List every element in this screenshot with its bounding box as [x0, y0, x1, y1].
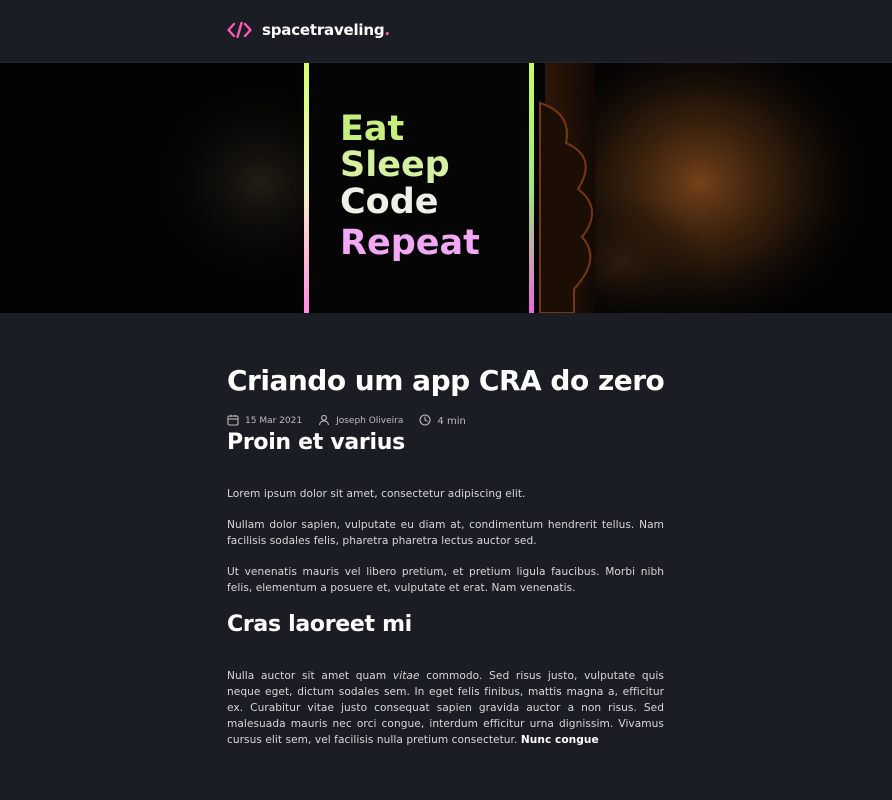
post-reading-time: 4 min	[419, 413, 466, 429]
code-brackets-icon	[227, 21, 252, 39]
paragraph-strong: Nunc congue	[520, 734, 599, 746]
user-icon	[318, 414, 336, 429]
post-date-text: 15 Mar 2021	[245, 416, 303, 426]
site-header: spacetraveling.	[0, 0, 892, 63]
calendar-icon	[227, 414, 245, 429]
banner-line-eat: Eat	[340, 109, 404, 149]
post-article: Criando um app CRA do zero 15 Mar 2021 J…	[227, 364, 665, 763]
section-paragraph: Lorem ipsum dolor sit amet, consectetur …	[227, 488, 526, 500]
post-section-1: Proin et varius Lorem ipsum dolor sit am…	[227, 429, 664, 596]
section-paragraph: Ut venenatis mauris vel libero pretium, …	[227, 566, 664, 594]
paragraph-text: Nulla auctor sit amet quam	[227, 670, 393, 682]
logo-dot: .	[384, 21, 391, 39]
section-paragraph: Nulla auctor sit amet quam vitae commodo…	[227, 668, 664, 748]
section-heading: Proin et varius	[227, 430, 405, 455]
paragraph-emphasis: vitae	[392, 670, 420, 682]
post-meta: 15 Mar 2021 Joseph Oliveira 4 min	[227, 413, 664, 429]
post-banner-image: Eat Sleep Code Repeat	[0, 63, 892, 313]
section-heading: Cras laoreet mi	[227, 612, 412, 637]
post-date: 15 Mar 2021	[227, 414, 302, 429]
post-author: Joseph Oliveira	[318, 414, 403, 429]
post-title: Criando um app CRA do zero	[227, 364, 665, 397]
logo-text: spacetraveling	[262, 21, 385, 39]
logo-link[interactable]: spacetraveling.	[227, 19, 390, 41]
banner-line-sleep: Sleep	[340, 145, 450, 185]
clock-icon	[419, 413, 437, 429]
post-section-2: Cras laoreet mi Nulla auctor sit amet qu…	[227, 611, 664, 748]
banner-line-repeat: Repeat	[340, 223, 480, 263]
post-author-text: Joseph Oliveira	[336, 416, 404, 426]
banner-line-code: Code	[340, 182, 439, 222]
section-paragraph: Nullam dolor sapien, vulputate eu diam a…	[227, 519, 664, 547]
post-reading-time-text: 4 min	[437, 415, 466, 427]
